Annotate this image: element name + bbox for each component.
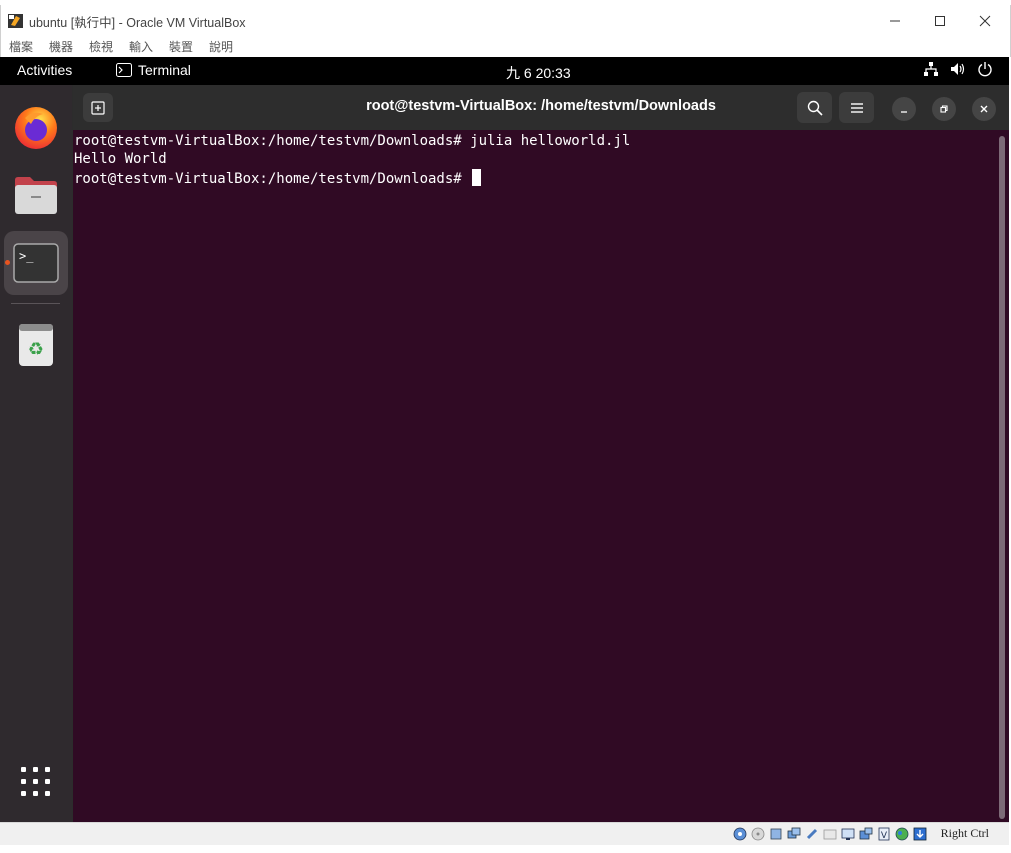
virtualbox-icon — [8, 13, 23, 28]
app-menu-terminal[interactable]: Terminal — [116, 62, 191, 78]
close-icon — [980, 105, 988, 113]
guest-additions-icon[interactable] — [894, 826, 910, 842]
close-button[interactable] — [963, 8, 1007, 34]
virtualization-icon[interactable]: V — [876, 826, 892, 842]
host-key-label[interactable]: Right Ctrl — [941, 826, 989, 841]
status-icons: V — [732, 826, 928, 842]
maximize-icon — [935, 16, 945, 26]
search-button[interactable] — [797, 92, 832, 123]
dock-terminal[interactable]: >_ — [4, 231, 68, 295]
activities-button[interactable]: Activities — [17, 62, 72, 78]
terminal-prompt-line: root@testvm-VirtualBox:/home/testvm/Down… — [74, 169, 482, 187]
system-tray[interactable] — [923, 61, 993, 77]
menu-help[interactable]: 說明 — [209, 38, 233, 55]
running-indicator — [5, 260, 10, 265]
terminal-header-bar[interactable]: root@testvm-VirtualBox: /home/testvm/Dow… — [73, 85, 1009, 130]
terminal-restore-button[interactable] — [932, 97, 956, 121]
minimize-button[interactable] — [873, 8, 917, 34]
ubuntu-dock: >_ ♻ — [0, 85, 72, 822]
minimize-icon — [901, 111, 907, 113]
terminal-window[interactable]: root@testvm-VirtualBox: /home/testvm/Dow… — [73, 85, 1009, 822]
terminal-line: Hello World — [74, 151, 167, 167]
terminal-icon — [116, 63, 132, 77]
menu-view[interactable]: 檢視 — [89, 38, 113, 55]
menu-button[interactable] — [839, 92, 874, 123]
gnome-top-bar: Activities Terminal 九 6 20:33 — [0, 57, 1009, 85]
app-grid-icon — [21, 767, 50, 796]
terminal-output[interactable]: root@testvm-VirtualBox:/home/testvm/Down… — [73, 130, 997, 822]
menu-file[interactable]: 檔案 — [9, 38, 33, 55]
terminal-line: root@testvm-VirtualBox:/home/testvm/Down… — [74, 133, 631, 149]
shared-folders-icon[interactable] — [822, 826, 838, 842]
vbox-status-bar: V Right Ctrl — [0, 822, 1009, 845]
files-icon — [15, 177, 57, 214]
terminal-minimize-button[interactable] — [892, 97, 916, 121]
dock-separator — [11, 303, 60, 304]
terminal-prompt: root@testvm-VirtualBox:/home/testvm/Down… — [74, 171, 471, 187]
menu-devices[interactable]: 裝置 — [169, 38, 193, 55]
trash-icon: ♻ — [19, 324, 53, 366]
window-title: ubuntu [執行中] - Oracle VM VirtualBox — [29, 16, 246, 30]
capture-icon[interactable] — [858, 826, 874, 842]
show-apps-button[interactable] — [4, 750, 68, 814]
terminal-icon: >_ — [13, 243, 59, 283]
dock-trash[interactable]: ♻ — [4, 313, 68, 377]
hard-disk-icon[interactable] — [732, 826, 748, 842]
vbox-title-bar[interactable]: ubuntu [執行中] - Oracle VM VirtualBox — [0, 5, 1011, 36]
dock-files[interactable] — [4, 163, 68, 227]
guest-display[interactable]: Activities Terminal 九 6 20:33 >_ ♻ root@… — [0, 57, 1009, 822]
vbox-menu-bar: 檔案 機器 檢視 輸入 裝置 說明 — [0, 36, 1011, 57]
power-icon — [978, 62, 992, 77]
keyboard-capture-icon[interactable] — [912, 826, 928, 842]
network-icon — [924, 62, 938, 76]
search-icon — [807, 100, 823, 116]
app-menu-label: Terminal — [138, 62, 191, 78]
network-adapter-icon[interactable] — [786, 826, 802, 842]
firefox-icon — [15, 107, 57, 149]
usb-icon[interactable] — [804, 826, 820, 842]
dock-firefox[interactable] — [4, 95, 68, 159]
restore-icon — [940, 105, 948, 113]
terminal-close-button[interactable] — [972, 97, 996, 121]
maximize-button[interactable] — [918, 8, 962, 34]
menu-machine[interactable]: 機器 — [49, 38, 73, 55]
hamburger-icon — [850, 102, 863, 113]
menu-input[interactable]: 輸入 — [129, 38, 153, 55]
svg-text:♻: ♻ — [28, 339, 44, 360]
terminal-scrollbar[interactable] — [999, 136, 1005, 819]
optical-drive-icon[interactable] — [750, 826, 766, 842]
minimize-icon — [890, 20, 900, 22]
volume-icon — [951, 63, 965, 75]
display-icon[interactable] — [840, 826, 856, 842]
text-cursor — [472, 169, 482, 186]
clock[interactable]: 九 6 20:33 — [506, 63, 571, 83]
svg-text:>_: >_ — [19, 249, 34, 263]
svg-text:V: V — [881, 831, 888, 841]
close-icon — [979, 15, 991, 27]
audio-icon[interactable] — [768, 826, 784, 842]
